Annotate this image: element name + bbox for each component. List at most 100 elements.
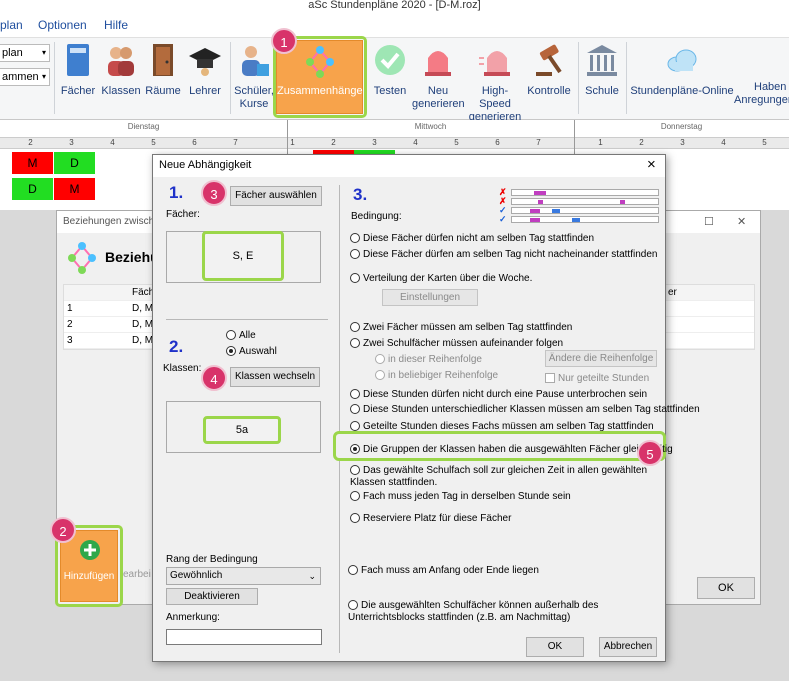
plan-dropdown[interactable]: plan ▾ [0,44,50,62]
option-not-same-day[interactable]: Diese Fächer dürfen nicht am selben Tag … [350,233,594,245]
period-number: 6 [192,138,197,147]
lesson-cell[interactable]: D [12,178,53,200]
day-header: Donnerstag [660,122,703,131]
step-3-label: 3. [353,185,368,204]
option-start-or-end[interactable]: Fach muss am Anfang oder Ende liegen [348,565,539,577]
chevron-down-icon: ▾ [41,72,46,81]
dialog-titlebar: Neue Abhängigkeit [153,155,665,177]
check-circle-icon [375,45,405,75]
lehrer-button[interactable]: Lehrer [186,42,224,98]
klassen-label: Klassen: [163,363,202,374]
option-in-order[interactable]: in dieser Reihenfolge [375,354,482,366]
option-reserve-space[interactable]: Reserviere Platz für diese Fächer [350,513,511,525]
testen-button[interactable]: Testen [370,42,410,98]
klassen-button[interactable]: Klassen [100,42,142,98]
klassen-value: 5a [203,416,281,444]
menu-optionen[interactable]: Optionen [38,18,87,32]
raeume-button[interactable]: Räume [144,42,182,98]
day-header: Dienstag [127,122,160,131]
students-icon [108,47,134,76]
graduation-cap-icon [189,48,221,76]
radio-auswahl[interactable]: Auswahl [226,346,277,358]
option-follow[interactable]: Zwei Schulfächer müssen aufeinander folg… [350,338,563,350]
menu-hilfe[interactable]: Hilfe [104,18,128,32]
einstellungen-button[interactable]: Einstellungen [382,289,478,306]
period-number: 2 [331,138,336,147]
step-badge: 3 [201,180,227,206]
option-same-period-daily[interactable]: Fach muss jeden Tag in derselben Stunde … [350,491,571,503]
faecher-button[interactable]: Fächer [58,42,98,98]
period-number: 5 [454,138,459,147]
network-icon [68,242,96,274]
app-title: aSc Stundenpläne 2020 - [D-M.roz] [0,0,789,12]
period-number: 3 [372,138,377,147]
step-badge: 4 [201,365,227,391]
kontrolle-button[interactable]: Kontrolle [526,42,572,98]
step-2-label: 2. [169,337,184,356]
period-number: 3 [69,138,74,147]
lesson-cell[interactable]: D [54,152,95,174]
period-number: 4 [413,138,418,147]
period-number: 4 [721,138,726,147]
ok-button[interactable]: OK [526,637,584,657]
faecher-auswaehlen-button[interactable]: Fächer auswählen [230,186,322,206]
book-icon [67,44,89,76]
faecher-label: Fächer: [166,209,200,220]
step-1-label: 1. [169,183,184,202]
rang-select[interactable]: Gewöhnlich ⌄ [166,567,321,585]
aendere-reihenfolge-button[interactable]: Ändere die Reihenfolge [545,350,657,367]
step-badge: 5 [637,440,663,466]
option-no-break[interactable]: Diese Stunden dürfen nicht durch eine Pa… [350,389,647,401]
deaktivieren-button[interactable]: Deaktivieren [166,588,258,605]
schule-button[interactable]: Schule [582,42,622,98]
check-icon: ✓ [499,214,507,224]
radio-alle[interactable]: Alle [226,330,256,342]
menu-plan[interactable]: plan [0,18,23,32]
high-speed-generieren-button[interactable]: High-Speed generieren [466,42,524,124]
close-icon[interactable]: × [647,156,656,173]
window-header: Beziehu [105,249,159,265]
close-icon[interactable]: ✕ [737,215,746,228]
student-icon [242,46,269,76]
lesson-cell[interactable]: M [54,178,95,200]
siren-fast-icon [479,51,510,76]
bedingung-label: Bedingung: [351,211,402,222]
option-any-order[interactable]: in beliebiger Reihenfolge [375,370,498,382]
nur-geteilte-checkbox[interactable]: Nur geteilte Stunden [545,373,649,384]
step-badge: 2 [50,517,76,543]
chevron-down-icon: ▾ [41,48,46,57]
klassen-wechseln-button[interactable]: Klassen wechseln [230,367,320,387]
rang-label: Rang der Bedingung [166,554,258,565]
period-number: 5 [151,138,156,147]
schueler-kurse-button[interactable]: Schüler, Kurse [234,42,274,111]
option-classes-same-day[interactable]: Diese Stunden unterschiedlicher Klassen … [350,404,700,416]
anregungen-button[interactable]: Haben Anregunger [734,42,789,107]
neue-abhaengigkeit-dialog: Neue Abhängigkeit × 1. Fächer auswählen … [152,154,700,662]
period-number: 2 [639,138,644,147]
anmerkung-input[interactable] [166,629,322,645]
option-same-day[interactable]: Zwei Fächer müssen am selben Tag stattfi… [350,322,572,334]
option-groups-simultaneous[interactable]: Die Gruppen der Klassen haben die ausgew… [350,444,673,456]
zusammen-dropdown[interactable]: ammen ▾ [0,68,50,86]
anmerkung-label: Anmerkung: [166,612,220,623]
chevron-down-icon: ⌄ [308,571,316,581]
bearbeiten-label[interactable]: earbei [123,569,151,580]
stundenplaene-online-button[interactable]: Stundenpläne-Online [630,42,734,98]
abbrechen-button[interactable]: Abbrechen [599,637,657,657]
period-number: 4 [110,138,115,147]
option-outside-block[interactable]: Die ausgewählten Schulfächer können auße… [348,600,648,624]
legend-preview: ✗ ✗ ✓ ✓ [499,187,661,231]
gavel-icon [536,44,562,76]
option-not-consecutive[interactable]: Diese Fächer dürfen am selben Tag nicht … [350,249,657,261]
lesson-cell[interactable]: M [12,152,53,174]
step-badge: 1 [271,28,297,54]
bg-ok-button[interactable]: OK [697,577,755,599]
maximize-icon[interactable]: ☐ [704,215,714,228]
school-building-icon [587,45,617,76]
neu-generieren-button[interactable]: Neu generieren [412,42,465,111]
option-verteilung[interactable]: Verteilung der Karten über die Woche. [350,273,532,285]
period-number: 1 [598,138,603,147]
menu-bar: plan Optionen Hilfe [0,12,789,38]
period-number: 7 [233,138,238,147]
option-same-time-all-classes[interactable]: Das gewählte Schulfach soll zur gleichen… [350,465,650,489]
